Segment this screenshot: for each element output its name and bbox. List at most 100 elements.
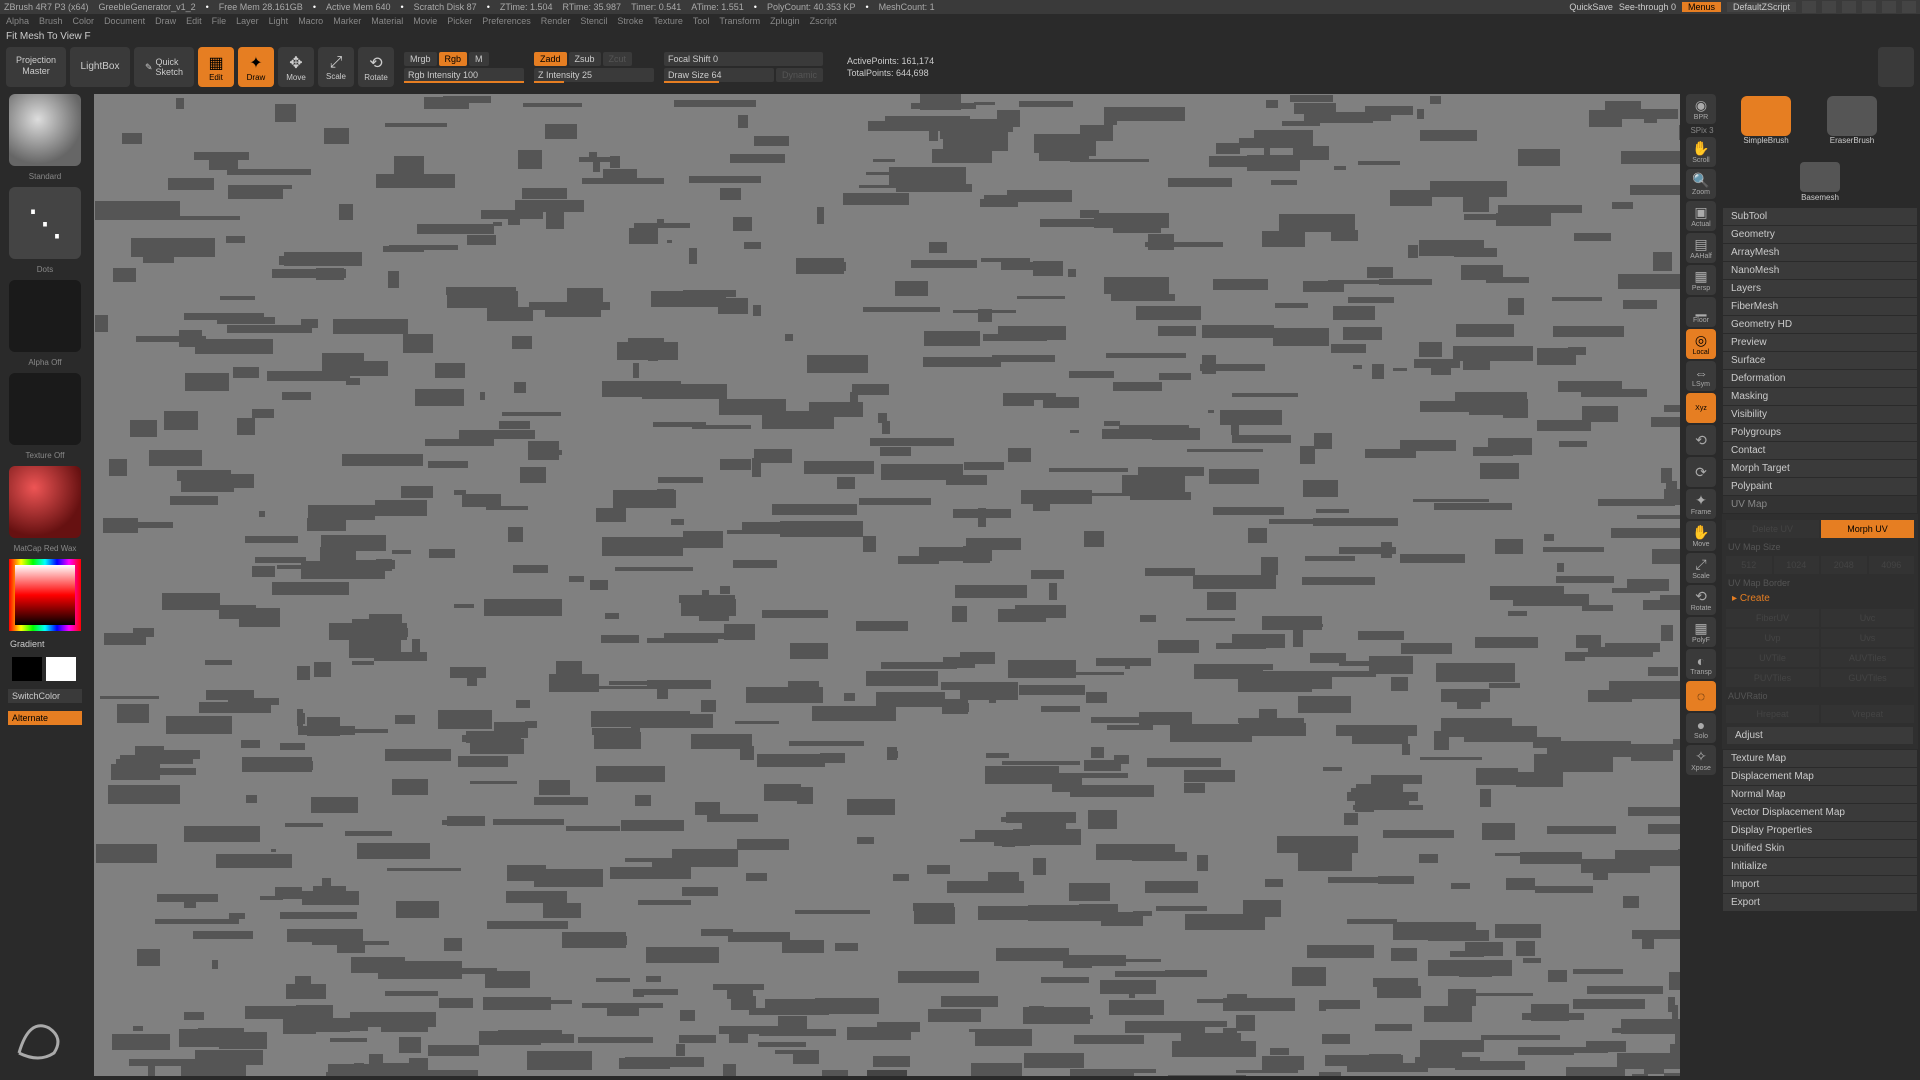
rotate-button[interactable]: ⟲Rotate bbox=[358, 47, 394, 87]
texture-selector[interactable] bbox=[9, 373, 81, 445]
ghost-button[interactable]: ◌ bbox=[1686, 681, 1716, 711]
maximize-button[interactable] bbox=[1882, 1, 1896, 13]
menu-draw[interactable]: Draw bbox=[155, 16, 176, 26]
rgb-intensity-slider[interactable]: Rgb Intensity 100 bbox=[404, 68, 524, 82]
xyz-button[interactable]: Xyz bbox=[1686, 393, 1716, 423]
simplebrush-tool[interactable]: SimpleBrush bbox=[1726, 96, 1806, 154]
menu-movie[interactable]: Movie bbox=[413, 16, 437, 26]
zadd-toggle[interactable]: Zadd bbox=[534, 52, 567, 66]
current-brush-thumb[interactable] bbox=[1878, 47, 1914, 87]
initialize-section[interactable]: Initialize bbox=[1723, 858, 1917, 875]
gradient-label[interactable]: Gradient bbox=[4, 637, 86, 651]
window-button[interactable] bbox=[1802, 1, 1816, 13]
menus-toggle[interactable]: Menus bbox=[1682, 2, 1721, 12]
rot-z-button[interactable]: ⟳ bbox=[1686, 457, 1716, 487]
menu-light[interactable]: Light bbox=[269, 16, 289, 26]
uv-4096-button[interactable]: 4096 bbox=[1869, 556, 1915, 574]
menu-tool[interactable]: Tool bbox=[693, 16, 710, 26]
morph-uv-button[interactable]: Morph UV bbox=[1821, 520, 1914, 538]
scroll-button[interactable]: ✋Scroll bbox=[1686, 137, 1716, 167]
menu-layer[interactable]: Layer bbox=[236, 16, 259, 26]
menu-stencil[interactable]: Stencil bbox=[580, 16, 607, 26]
layers-section[interactable]: Layers bbox=[1723, 280, 1917, 297]
menu-zplugin[interactable]: Zplugin bbox=[770, 16, 800, 26]
rot-y-button[interactable]: ⟲ bbox=[1686, 425, 1716, 455]
eraserbrush-tool[interactable]: EraserBrush bbox=[1812, 96, 1892, 154]
menu-render[interactable]: Render bbox=[541, 16, 571, 26]
uv-512-button[interactable]: 512 bbox=[1726, 556, 1772, 574]
menu-color[interactable]: Color bbox=[73, 16, 95, 26]
secondary-color-swatch[interactable] bbox=[12, 657, 42, 681]
menu-transform[interactable]: Transform bbox=[719, 16, 760, 26]
menu-marker[interactable]: Marker bbox=[333, 16, 361, 26]
nanomesh-section[interactable]: NanoMesh bbox=[1723, 262, 1917, 279]
puvtiles-button[interactable]: PUVTiles bbox=[1726, 669, 1819, 687]
adjust-section[interactable]: Adjust bbox=[1727, 727, 1913, 744]
export-section[interactable]: Export bbox=[1723, 894, 1917, 911]
menu-edit[interactable]: Edit bbox=[186, 16, 202, 26]
aahalf-button[interactable]: ▤AAHalf bbox=[1686, 233, 1716, 263]
uvp-button[interactable]: Uvp bbox=[1726, 629, 1819, 647]
menu-zscript[interactable]: Zscript bbox=[810, 16, 837, 26]
fibermesh-section[interactable]: FiberMesh bbox=[1723, 298, 1917, 315]
dynamic-toggle[interactable]: Dynamic bbox=[776, 68, 823, 82]
draw-size-slider[interactable]: Draw Size 64 bbox=[664, 68, 774, 82]
menu-file[interactable]: File bbox=[212, 16, 227, 26]
see-through-slider[interactable]: See-through 0 bbox=[1619, 2, 1676, 12]
zsub-toggle[interactable]: Zsub bbox=[569, 52, 601, 66]
uvtile-button[interactable]: UVTile bbox=[1726, 649, 1819, 667]
primary-color-swatch[interactable] bbox=[46, 657, 76, 681]
polyf-button[interactable]: ▦PolyF bbox=[1686, 617, 1716, 647]
viewport[interactable] bbox=[94, 94, 1680, 1076]
color-picker[interactable] bbox=[9, 559, 81, 631]
fiberuv-button[interactable]: FiberUV bbox=[1726, 609, 1819, 627]
displacementmap-section[interactable]: Displacement Map bbox=[1723, 768, 1917, 785]
xpose-button[interactable]: ✧Xpose bbox=[1686, 745, 1716, 775]
actual-button[interactable]: ▣Actual bbox=[1686, 201, 1716, 231]
deformation-section[interactable]: Deformation bbox=[1723, 370, 1917, 387]
quick-sketch-button[interactable]: ✎Quick Sketch bbox=[134, 47, 194, 87]
brush-selector[interactable] bbox=[9, 94, 81, 166]
window-button[interactable] bbox=[1842, 1, 1856, 13]
transp-button[interactable]: ◐Transp bbox=[1686, 649, 1716, 679]
projection-master-button[interactable]: Projection Master bbox=[6, 47, 66, 87]
basemesh-tool[interactable] bbox=[1800, 162, 1840, 192]
stroke-selector[interactable] bbox=[9, 187, 81, 259]
hrepeat-slider[interactable]: Hrepeat bbox=[1726, 705, 1819, 723]
preview-section[interactable]: Preview bbox=[1723, 334, 1917, 351]
local-button[interactable]: ◎Local bbox=[1686, 329, 1716, 359]
mrgb-toggle[interactable]: Mrgb bbox=[404, 52, 437, 66]
menu-alpha[interactable]: Alpha bbox=[6, 16, 29, 26]
zcut-toggle[interactable]: Zcut bbox=[603, 52, 633, 66]
import-section[interactable]: Import bbox=[1723, 876, 1917, 893]
normalmap-section[interactable]: Normal Map bbox=[1723, 786, 1917, 803]
uvmap-section[interactable]: UV Map bbox=[1723, 496, 1917, 513]
geometry-section[interactable]: Geometry bbox=[1723, 226, 1917, 243]
visibility-section[interactable]: Visibility bbox=[1723, 406, 1917, 423]
floor-button[interactable]: ▁Floor bbox=[1686, 297, 1716, 327]
geometryhd-section[interactable]: Geometry HD bbox=[1723, 316, 1917, 333]
uv-1024-button[interactable]: 1024 bbox=[1774, 556, 1820, 574]
close-button[interactable] bbox=[1902, 1, 1916, 13]
vectordispmap-section[interactable]: Vector Displacement Map bbox=[1723, 804, 1917, 821]
guvtiles-button[interactable]: GUVTiles bbox=[1821, 669, 1914, 687]
polypaint-section[interactable]: Polypaint bbox=[1723, 478, 1917, 495]
canvas-drag-handle[interactable] bbox=[867, 1070, 907, 1076]
masking-section[interactable]: Masking bbox=[1723, 388, 1917, 405]
material-selector[interactable] bbox=[9, 466, 81, 538]
texturemap-section[interactable]: Texture Map bbox=[1723, 750, 1917, 767]
menu-material[interactable]: Material bbox=[371, 16, 403, 26]
draw-button[interactable]: ✦Draw bbox=[238, 47, 274, 87]
frame-button[interactable]: ✦Frame bbox=[1686, 489, 1716, 519]
delete-uv-button[interactable]: Delete UV bbox=[1726, 520, 1819, 538]
vrepeat-slider[interactable]: Vrepeat bbox=[1821, 705, 1914, 723]
nav-scale-button[interactable]: ⤢Scale bbox=[1686, 553, 1716, 583]
create-header[interactable]: Create bbox=[1726, 590, 1914, 607]
auvtiles-button[interactable]: AUVTiles bbox=[1821, 649, 1914, 667]
rgb-toggle[interactable]: Rgb bbox=[439, 52, 468, 66]
nav-rotate-button[interactable]: ⟲Rotate bbox=[1686, 585, 1716, 615]
uvc-button[interactable]: Uvc bbox=[1821, 609, 1914, 627]
menu-picker[interactable]: Picker bbox=[447, 16, 472, 26]
minimize-button[interactable] bbox=[1862, 1, 1876, 13]
subtool-section[interactable]: SubTool bbox=[1723, 208, 1917, 225]
